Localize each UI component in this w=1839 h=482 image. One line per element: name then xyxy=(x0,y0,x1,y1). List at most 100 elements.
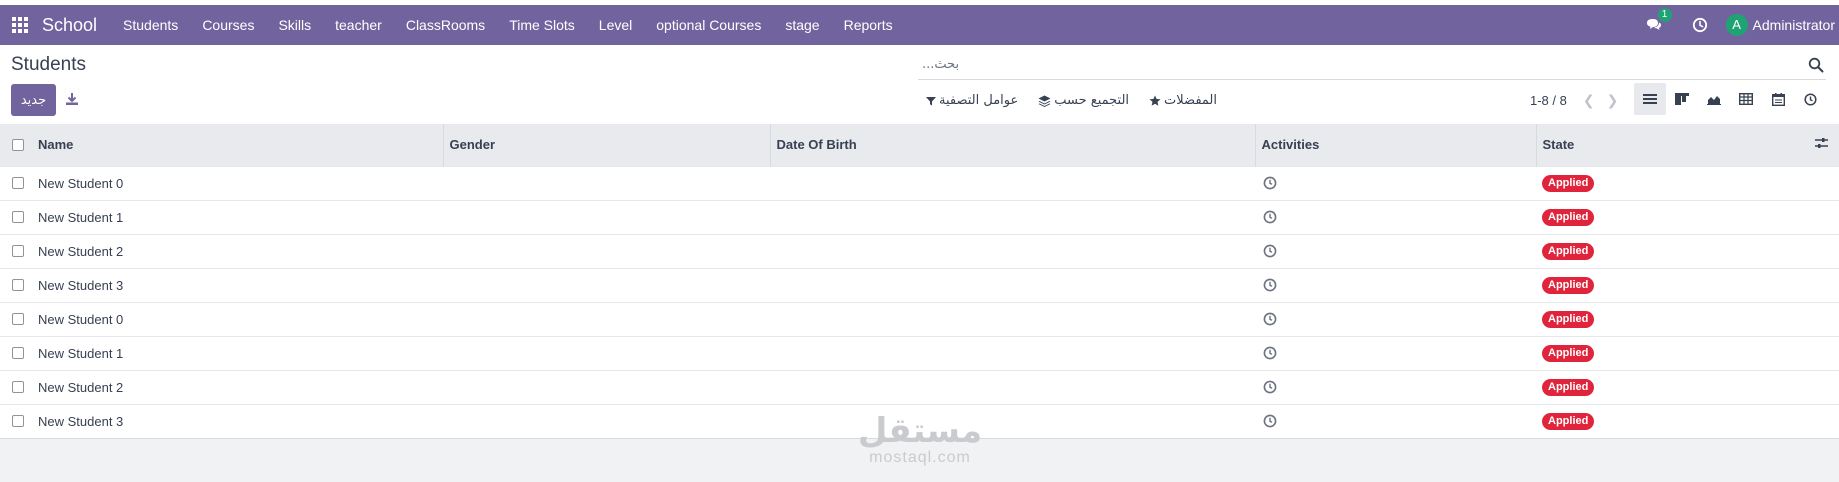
student-gender[interactable] xyxy=(443,268,770,302)
student-gender[interactable] xyxy=(443,302,770,336)
pager-value[interactable]: 1-8 / 8 xyxy=(1530,93,1567,108)
filters-button[interactable]: عوامل التصفية xyxy=(926,93,1018,108)
activity-clock-icon[interactable] xyxy=(1263,312,1277,326)
activity-clock-icon[interactable] xyxy=(1263,278,1277,292)
menu-item-reports[interactable]: Reports xyxy=(832,5,905,45)
search-icon[interactable] xyxy=(1808,57,1824,73)
row-checkbox[interactable] xyxy=(12,177,24,189)
app-brand[interactable]: School xyxy=(42,15,97,36)
list-view-button[interactable] xyxy=(1634,83,1666,115)
student-name[interactable]: New Student 1 xyxy=(32,200,443,234)
activity-clock-icon[interactable] xyxy=(1692,17,1708,33)
column-header-state[interactable]: State xyxy=(1536,124,1809,166)
student-name[interactable]: New Student 2 xyxy=(32,234,443,268)
student-gender[interactable] xyxy=(443,336,770,370)
select-all-checkbox[interactable] xyxy=(12,138,24,151)
menu-item-optional-courses[interactable]: optional Courses xyxy=(644,5,773,45)
column-header-gender[interactable]: Gender xyxy=(443,124,771,166)
student-gender[interactable] xyxy=(443,234,770,268)
row-select-cell xyxy=(0,370,32,404)
activity-clock-icon[interactable] xyxy=(1263,176,1277,190)
table-row[interactable]: New Student 3 Applied xyxy=(0,268,1839,302)
page-title: Students xyxy=(11,54,86,75)
layers-icon xyxy=(1038,95,1051,107)
activity-view-button[interactable] xyxy=(1794,83,1826,115)
row-checkbox[interactable] xyxy=(12,211,24,223)
student-gender[interactable] xyxy=(443,166,770,200)
student-gender[interactable] xyxy=(443,404,770,438)
menu-item-level[interactable]: Level xyxy=(587,5,644,45)
kanban-view-button[interactable] xyxy=(1666,83,1698,115)
menu-item-time-slots[interactable]: Time Slots xyxy=(497,5,587,45)
student-name[interactable]: New Student 2 xyxy=(32,370,443,404)
student-name[interactable]: New Student 3 xyxy=(32,404,443,438)
row-checkbox[interactable] xyxy=(12,313,24,325)
groupby-button[interactable]: التجميع حسب xyxy=(1038,93,1129,108)
student-dob[interactable] xyxy=(770,336,1255,370)
menu-item-students[interactable]: Students xyxy=(111,5,190,45)
student-name[interactable]: New Student 1 xyxy=(32,336,443,370)
favorites-button[interactable]: المفضلات xyxy=(1149,93,1217,108)
student-name[interactable]: New Student 0 xyxy=(32,302,443,336)
student-dob[interactable] xyxy=(770,234,1255,268)
activity-clock-icon[interactable] xyxy=(1263,244,1277,258)
row-trailing-cell xyxy=(1809,268,1839,302)
pivot-view-button[interactable] xyxy=(1730,83,1762,115)
messages-count-badge: 1 xyxy=(1657,8,1672,22)
table-row[interactable]: New Student 1 Applied xyxy=(0,200,1839,234)
pager-prev-icon[interactable]: ❮ xyxy=(1583,92,1595,109)
activity-clock-icon[interactable] xyxy=(1263,346,1277,360)
user-menu[interactable]: Administrator xyxy=(1753,17,1835,33)
state-cell: Applied xyxy=(1536,200,1809,234)
status-badge: Applied xyxy=(1542,345,1595,362)
row-checkbox[interactable] xyxy=(12,381,24,393)
row-select-cell xyxy=(0,336,32,370)
student-gender[interactable] xyxy=(443,200,770,234)
table-row[interactable]: New Student 0 Applied xyxy=(0,302,1839,336)
student-dob[interactable] xyxy=(770,200,1255,234)
students-table: Name Gender Date Of Birth Activities Sta… xyxy=(0,124,1839,439)
menu-item-skills[interactable]: Skills xyxy=(266,5,323,45)
student-dob[interactable] xyxy=(770,404,1255,438)
graph-view-button[interactable] xyxy=(1698,83,1730,115)
student-dob[interactable] xyxy=(770,166,1255,200)
apps-menu-icon[interactable] xyxy=(2,5,38,45)
row-checkbox[interactable] xyxy=(12,279,24,291)
menu-item-stage[interactable]: stage xyxy=(773,5,831,45)
column-header-dob[interactable]: Date Of Birth xyxy=(770,124,1256,166)
state-cell: Applied xyxy=(1536,370,1809,404)
student-dob[interactable] xyxy=(770,370,1255,404)
student-name[interactable]: New Student 3 xyxy=(32,268,443,302)
column-header-name[interactable]: Name xyxy=(32,124,444,166)
avatar[interactable]: A xyxy=(1725,14,1748,36)
student-dob[interactable] xyxy=(770,302,1255,336)
table-row[interactable]: New Student 2 Applied xyxy=(0,370,1839,404)
table-row[interactable]: New Student 2 Applied xyxy=(0,234,1839,268)
menu-item-classrooms[interactable]: ClassRooms xyxy=(394,5,497,45)
new-button[interactable]: جديد xyxy=(11,84,56,116)
search-input[interactable] xyxy=(918,57,1808,72)
student-name[interactable]: New Student 0 xyxy=(32,166,443,200)
pager-next-icon[interactable]: ❯ xyxy=(1607,92,1619,109)
sliders-icon[interactable] xyxy=(1815,137,1828,149)
state-cell: Applied xyxy=(1536,336,1809,370)
activity-clock-icon[interactable] xyxy=(1263,210,1277,224)
table-row[interactable]: New Student 0 Applied xyxy=(0,166,1839,200)
activity-clock-icon[interactable] xyxy=(1263,380,1277,394)
search-bar xyxy=(918,50,1826,80)
column-header-activities[interactable]: Activities xyxy=(1255,124,1537,166)
menu-item-teacher[interactable]: teacher xyxy=(323,5,394,45)
row-checkbox[interactable] xyxy=(12,415,24,427)
activity-clock-icon[interactable] xyxy=(1263,414,1277,428)
student-gender[interactable] xyxy=(443,370,770,404)
messages-button[interactable]: 1 xyxy=(1644,8,1672,36)
table-row[interactable]: New Student 1 Applied xyxy=(0,336,1839,370)
row-checkbox[interactable] xyxy=(12,245,24,257)
student-dob[interactable] xyxy=(770,268,1255,302)
menu-item-courses[interactable]: Courses xyxy=(190,5,266,45)
download-icon[interactable] xyxy=(64,91,80,107)
calendar-view-button[interactable] xyxy=(1762,83,1794,115)
row-checkbox[interactable] xyxy=(12,347,24,359)
watermark-arabic: مستقل xyxy=(857,411,983,451)
main-menu: Students Courses Skills teacher ClassRoo… xyxy=(111,5,905,45)
